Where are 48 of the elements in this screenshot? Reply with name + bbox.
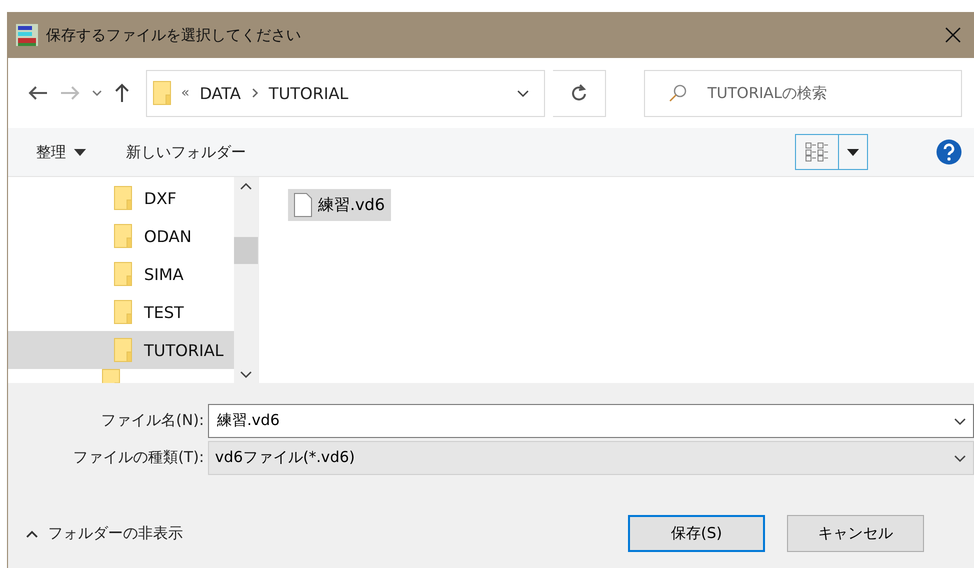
new-folder-button[interactable]: 新しいフォルダー [126,142,246,162]
tree-item[interactable]: TUTORIAL [8,331,234,369]
folder-icon [114,224,132,248]
folder-icon [153,81,171,105]
caret-icon [74,148,86,156]
tree-item[interactable]: SIMA [8,255,234,293]
search-icon [669,84,688,102]
file-icon [294,193,312,217]
filename-combo[interactable]: 練習.vd6 [208,404,974,438]
breadcrumb[interactable]: DATA [200,84,241,102]
refresh-icon [571,84,588,102]
overflow-marker: « [181,85,190,101]
tree-item[interactable]: TEST [8,293,234,331]
scrollbar-thumb[interactable] [234,236,258,264]
folder-icon [114,186,132,210]
folder-icon [114,300,132,324]
folder-icon [114,262,132,286]
save-button[interactable]: 保存(S) [628,515,765,552]
caret-icon [847,148,859,156]
folder-icon [114,338,132,362]
filetype-label: ファイルの種類(T): [72,448,205,467]
chevron-down-icon [516,88,530,98]
chevron-up-icon [26,530,38,538]
window-title: 保存するファイルを選択してください [46,26,302,44]
search-box[interactable]: TUTORIALの検索 [644,70,962,116]
chevron-right-icon [250,88,259,98]
chevron-down-icon [953,416,967,426]
file-item[interactable]: 練習.vd6 [288,189,391,221]
help-icon[interactable] [936,139,962,165]
filename-label: ファイル名(N): [100,411,205,430]
chevron-down-icon [92,89,102,97]
refresh-button[interactable] [553,70,606,116]
scrollbar[interactable] [234,177,258,383]
app-icon [16,24,38,46]
chevron-down-icon [953,452,967,462]
details-view-icon [804,141,830,163]
chevron-down-icon [239,369,253,379]
tree-item[interactable]: ODAN [8,217,234,255]
organize-button[interactable]: 整理 [36,142,86,162]
tree-item[interactable]: DXF [8,179,234,217]
filetype-dropdown[interactable]: vd6ファイル(*.vd6) [208,440,974,474]
hide-folders-button[interactable]: フォルダーの非表示 [26,524,183,543]
view-options-button[interactable] [839,134,868,170]
filename-input[interactable]: 練習.vd6 [215,410,953,430]
breadcrumb[interactable]: TUTORIAL [268,84,348,102]
chevron-up-icon [239,181,253,191]
cancel-button[interactable]: キャンセル [787,515,924,552]
address-bar[interactable]: « DATA TUTORIAL [146,70,546,116]
